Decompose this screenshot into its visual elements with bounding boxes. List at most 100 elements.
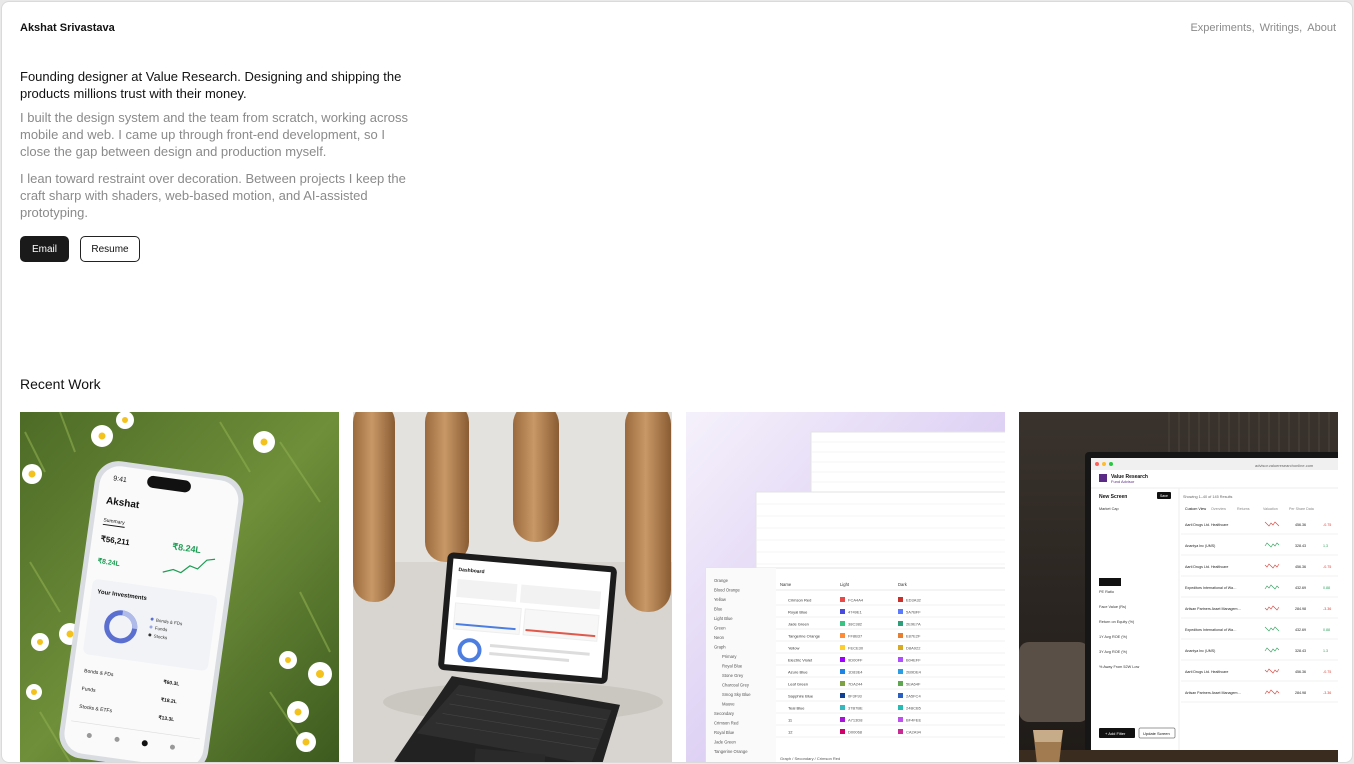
stock-price: 456.36	[1295, 670, 1306, 674]
monitor-screen-title: New Screen	[1099, 494, 1127, 500]
token-dark-swatch	[898, 597, 903, 602]
token-name: Jade Green	[788, 622, 809, 627]
hero-lead: Founding designer at Value Research. Des…	[20, 69, 402, 101]
token-dark-value: BF4FEE	[906, 718, 921, 723]
svg-text:Dark: Dark	[898, 582, 908, 587]
token-group-item: Graph	[714, 645, 726, 650]
stock-change: 0.88	[1323, 586, 1330, 590]
token-light-value: FF8B37	[848, 634, 863, 639]
stock-name: Artisan Partners Asset Managem…	[1185, 607, 1242, 611]
token-dark-value: 2E9E7A	[906, 622, 921, 627]
token-group-item: Neon	[714, 635, 725, 640]
work-card-dashboard[interactable]: Dashboard	[353, 412, 672, 762]
token-dark-swatch	[898, 609, 903, 614]
token-light-value: D00068	[848, 730, 863, 735]
token-light-swatch	[840, 621, 845, 626]
token-dark-swatch	[898, 717, 903, 722]
stock-name: Expeditors International of Wa…	[1185, 586, 1237, 590]
tokens-footer: Graph / Secondary / Crimson Red	[780, 756, 840, 761]
work-card-fund-advisor[interactable]: advisor.valueresearchonline.com Value Re…	[1019, 412, 1338, 762]
hero-paragraph-2: I lean toward restraint over decoration.…	[20, 171, 406, 220]
token-group-item: Jade Green	[714, 740, 737, 745]
token-group-item: Primary	[722, 654, 737, 659]
token-group-item: Tangerine Orange	[714, 749, 748, 754]
stock-change: -0.75	[1323, 565, 1331, 569]
stock-price: 328.43	[1295, 649, 1306, 653]
stock-change: 1.3	[1323, 544, 1328, 548]
token-dark-swatch	[898, 621, 903, 626]
stock-price: 432.69	[1295, 586, 1306, 590]
nav-writings[interactable]: Writings,	[1260, 22, 1303, 34]
screen-filter-label: 1Y Avg ROE (%)	[1099, 635, 1128, 639]
token-dark-swatch	[898, 729, 903, 734]
token-light-swatch	[840, 633, 845, 638]
token-group-item: Royal Blue	[722, 664, 743, 669]
token-name: Electric Violet	[788, 658, 813, 663]
svg-text:Light: Light	[840, 582, 850, 587]
contact-buttons: Email Resume	[20, 236, 140, 262]
screen-filter-label: Face Value (Rs)	[1099, 605, 1127, 609]
stock-change: 0.88	[1323, 628, 1330, 632]
token-dark-value: E87E2F	[906, 634, 921, 639]
token-dark-swatch	[898, 693, 903, 698]
token-name: 12	[788, 730, 793, 735]
stock-price: 456.36	[1295, 565, 1306, 569]
token-light-value: FCA4A4	[848, 598, 864, 603]
stock-name: Expeditors International of Wa…	[1185, 628, 1237, 632]
token-light-swatch	[840, 681, 845, 686]
monitor-scene-image: advisor.valueresearchonline.com Value Re…	[1019, 412, 1338, 762]
svg-text:+ Add Filter: + Add Filter	[1105, 731, 1126, 736]
screen-tab: Custom View	[1185, 507, 1207, 511]
stock-price: 284.98	[1295, 691, 1306, 695]
token-dark-swatch	[898, 657, 903, 662]
stock-name: Anantya Inc (UMS)	[1185, 649, 1215, 653]
token-group-item: Royal Blue	[714, 730, 735, 735]
stock-price: 456.36	[1295, 523, 1306, 527]
token-dark-swatch	[898, 669, 903, 674]
token-group-item: Charcoal Grey	[722, 683, 750, 688]
stock-name: Aarti Drugs Ltd. Healthcare	[1185, 523, 1228, 527]
token-name: Crimson Red	[788, 598, 811, 603]
token-light-value: 7DA244	[848, 682, 863, 687]
email-button[interactable]: Email	[20, 236, 69, 262]
work-card-mobile-app[interactable]: 9:41 Akshat Summary ₹56,211 ₹8.24L ₹8.24…	[20, 412, 339, 762]
token-group-item: Blood Orange	[714, 588, 741, 593]
token-name: Azure Blue	[788, 670, 808, 675]
token-light-value: 38C382	[848, 622, 863, 627]
screen-tab: Per Share Data	[1289, 507, 1314, 511]
token-dark-value: 2B9DE4	[906, 670, 922, 675]
stock-change: 1.3	[1323, 649, 1328, 653]
stock-change: -0.75	[1323, 523, 1331, 527]
token-light-swatch	[840, 693, 845, 698]
token-group-item: Crimson Red	[714, 721, 739, 726]
screen-tab: Overview	[1211, 507, 1226, 511]
token-light-value: 1D83E4	[848, 670, 863, 675]
token-light-swatch	[840, 705, 845, 710]
site-owner-name[interactable]: Akshat Srivastava	[20, 22, 115, 34]
token-light-swatch	[840, 609, 845, 614]
token-group-item: Smog Sky Blue	[722, 692, 751, 697]
token-light-value: 0F3F93	[848, 694, 863, 699]
token-dark-swatch	[898, 633, 903, 638]
design-tokens-image: Orange Blood Orange Yellow Blue Light Blue Gr…	[686, 412, 1005, 762]
resume-button[interactable]: Resume	[80, 236, 140, 262]
token-dark-value: ED3A32	[906, 598, 922, 603]
token-group-item: Light Blue	[714, 616, 733, 621]
nav-experiments[interactable]: Experiments,	[1190, 22, 1254, 34]
work-card-design-system[interactable]: Orange Blood Orange Yellow Blue Light Blue Gr…	[686, 412, 1005, 762]
token-light-swatch	[840, 729, 845, 734]
stock-price: 432.69	[1295, 628, 1306, 632]
token-light-value: 9D00FF	[848, 658, 863, 663]
token-light-swatch	[840, 717, 845, 722]
stock-name: Aarti Drugs Ltd. Healthcare	[1185, 565, 1228, 569]
screen-tab: Returns	[1237, 507, 1250, 511]
token-light-swatch	[840, 669, 845, 674]
screen-filter-label: 3Y Avg ROE (%)	[1099, 650, 1128, 654]
nav-about[interactable]: About	[1307, 22, 1336, 34]
token-light-swatch	[840, 645, 845, 650]
token-light-value: 4749E1	[848, 610, 863, 615]
token-dark-value: 5A7BFF	[906, 610, 921, 615]
token-light-value: 37B7BE	[848, 706, 863, 711]
token-group-item: Orange	[714, 578, 729, 583]
svg-text:Name: Name	[780, 582, 792, 587]
